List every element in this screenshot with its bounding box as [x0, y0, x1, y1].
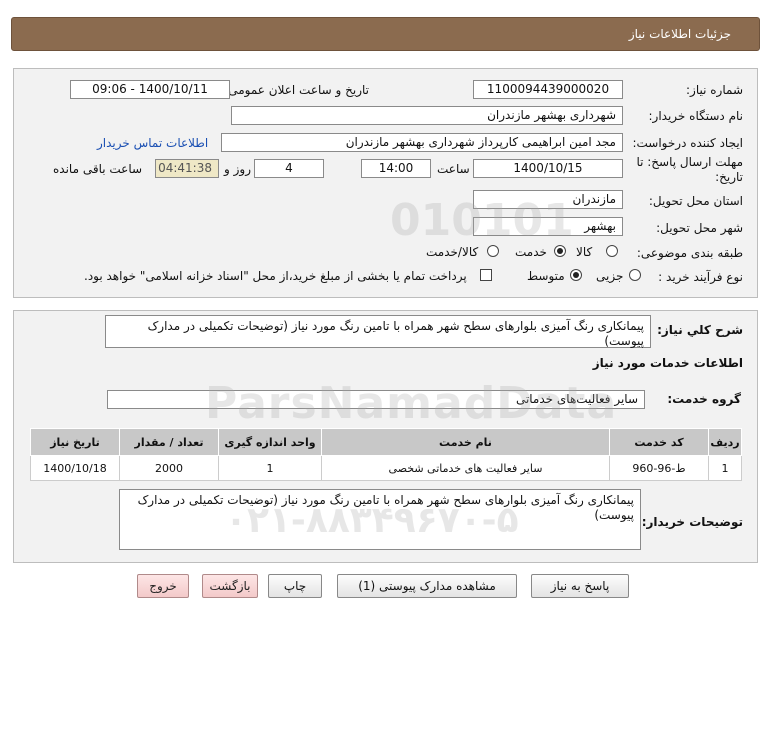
province-label: استان محل تحویل:	[648, 194, 743, 208]
need-number-field: 1100094439000020	[473, 80, 623, 99]
category-goods-label: کالا	[576, 245, 593, 259]
cell-quantity: 2000	[119, 455, 219, 481]
purchase-medium-label: متوسط	[527, 269, 565, 283]
treasury-payment-note: پرداخت تمام یا بخشی از مبلغ خرید،از محل …	[84, 269, 467, 283]
buyer-description-label: توضیحات خریدار:	[641, 515, 743, 529]
service-group-label: گروه خدمت:	[667, 392, 741, 406]
table-row: 1 ط-96-960 سایر فعالیت های خدماتی شخصی 1…	[30, 455, 742, 481]
category-service-label: خدمت	[515, 245, 547, 259]
cell-service-code: ط-96-960	[609, 455, 709, 481]
category-goods-service-label: کالا/خدمت	[426, 245, 479, 259]
contact-info-link[interactable]: اطلاعات تماس خریدار	[97, 136, 208, 150]
buyer-description-field: پیمانکاری رنگ آمیزی بلوارهای سطح شهر همر…	[119, 489, 641, 550]
print-button[interactable]: چاپ	[268, 574, 322, 598]
cell-need-date: 1400/10/18	[30, 455, 120, 481]
province-field: مازندران	[473, 190, 623, 209]
col-need-date: تاریخ نیاز	[30, 428, 120, 456]
cell-row-number: 1	[708, 455, 742, 481]
page-header: جزئیات اطلاعات نیاز	[11, 17, 760, 51]
buyer-org-field: شهرداری بهشهر مازندران	[231, 106, 623, 125]
category-service-radio[interactable]	[554, 245, 566, 257]
category-label: طبقه بندی موضوعی:	[636, 246, 743, 260]
deadline-label: مهلت ارسال پاسخ: تا	[636, 155, 743, 169]
city-label: شهر محل تحویل:	[656, 221, 743, 235]
col-service-name: نام خدمت	[321, 428, 610, 456]
city-field: بهشهر	[473, 217, 623, 236]
summary-label: شرح کلي نياز:	[657, 323, 743, 337]
exit-button[interactable]: خروج	[137, 574, 189, 598]
purchase-minor-label: جزیی	[596, 269, 624, 283]
purchase-type-label: نوع فرآیند خرید :	[658, 270, 743, 284]
col-service-code: کد خدمت	[609, 428, 709, 456]
service-group-field: سایر فعالیت‌های خدماتی	[107, 390, 645, 409]
cell-service-name: سایر فعالیت های خدماتی شخصی	[321, 455, 610, 481]
deadline-time-field: 14:00	[361, 159, 431, 178]
page-title: جزئیات اطلاعات نیاز	[628, 27, 731, 41]
days-remaining-field: 4	[254, 159, 324, 178]
requester-label: ایجاد کننده درخواست:	[632, 136, 743, 150]
details-panel: شماره نیاز: 1100094439000020 تاریخ و ساع…	[13, 68, 758, 298]
col-quantity: تعداد / مقدار	[119, 428, 219, 456]
category-goods-service-radio[interactable]	[487, 245, 499, 257]
buyer-org-label: نام دستگاه خریدار:	[648, 109, 744, 123]
announce-field: 1400/10/11 - 09:06	[70, 80, 230, 99]
summary-field: پیمانکاری رنگ آمیزی بلوارهای سطح شهر همر…	[105, 315, 651, 348]
remaining-time-field: 04:41:38	[155, 159, 219, 178]
days-label: روز و	[224, 162, 251, 176]
category-goods-radio[interactable]	[606, 245, 618, 257]
need-number-label: شماره نیاز:	[686, 83, 743, 97]
services-table: ردیف کد خدمت نام خدمت واحد اندازه گیری ت…	[30, 428, 742, 481]
treasury-payment-checkbox[interactable]	[480, 269, 492, 281]
services-section-title: اطلاعات خدمات مورد نیاز	[592, 356, 743, 370]
purchase-minor-radio[interactable]	[629, 269, 641, 281]
reply-to-need-button[interactable]: پاسخ به نیاز	[531, 574, 629, 598]
view-attachments-button[interactable]: مشاهده مدارک پیوستی (1)	[337, 574, 517, 598]
back-button[interactable]: بازگشت	[202, 574, 258, 598]
purchase-medium-radio[interactable]	[570, 269, 582, 281]
time-label: ساعت	[437, 162, 470, 176]
col-unit: واحد اندازه گیری	[218, 428, 322, 456]
col-row-number: ردیف	[708, 428, 742, 456]
cell-unit: 1	[218, 455, 322, 481]
services-panel: شرح کلي نياز: پیمانکاری رنگ آمیزی بلواره…	[13, 310, 758, 563]
remaining-label: ساعت باقی مانده	[53, 162, 143, 176]
announce-label: تاریخ و ساعت اعلان عمومی:	[224, 83, 369, 97]
deadline-date-label: تاریخ:	[715, 170, 743, 184]
deadline-date-field: 1400/10/15	[473, 159, 623, 178]
table-header-row: ردیف کد خدمت نام خدمت واحد اندازه گیری ت…	[30, 428, 742, 456]
requester-field: مجد امین ابراهیمی کارپرداز شهرداری بهشهر…	[221, 133, 623, 152]
